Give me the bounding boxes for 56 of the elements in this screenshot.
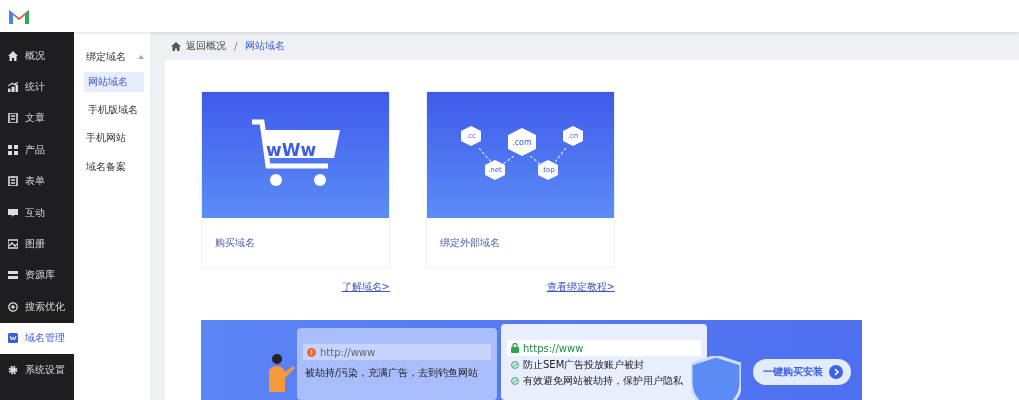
chat-icon [8,207,18,218]
sidebar-item[interactable]: 图册 [0,228,74,260]
sidebar-item[interactable]: 产品 [0,134,74,166]
warning-icon [307,347,316,357]
logo-icon [8,8,30,24]
connector-line [555,148,566,162]
card-title: 购买域名 [214,236,256,250]
sidebar-item[interactable]: 搜索优化 [0,291,74,323]
storage-icon [8,270,18,281]
buy-install-button[interactable]: 一键购买安装 [753,359,851,385]
grid-icon [8,144,18,155]
breadcrumb-current: 网站域名 [245,39,286,53]
url-text: http://www [320,346,376,358]
padlock-icon [511,343,519,353]
www-label: wWw [266,140,317,160]
sidebar-item[interactable]: 概况 [0,40,74,72]
sidebar-item[interactable]: 域名管理 [0,322,74,354]
card-title: 绑定外部域名 [439,236,501,250]
sidebar-item[interactable]: 系统设置 [0,353,74,386]
sidebar-item[interactable]: 互动 [0,196,74,229]
feature-text: 防止SEM广告投放账户被封 [523,358,645,372]
person-drawing [267,352,295,392]
option-card[interactable]: wWw 购买域名 [201,91,390,268]
submenu-header[interactable]: 绑定域名 [86,46,144,68]
image-icon [8,239,18,250]
submenu-item[interactable]: 网站域名 [84,72,144,92]
connector-line [503,156,514,164]
sidebar-item[interactable]: 表单 [0,165,74,197]
check-circle-icon [511,377,519,385]
chart-icon [8,82,18,93]
help-link[interactable]: 了解域名> [341,280,390,294]
form-icon [8,176,18,187]
help-link[interactable]: 查看绑定教程> [546,280,615,294]
connector-line [479,148,491,162]
sidebar-item[interactable]: 文章 [0,102,74,135]
w-square-icon [8,333,18,344]
caret-icon [138,55,144,59]
target-icon [8,301,18,312]
sidebar-item[interactable]: 资源库 [0,259,74,292]
submenu-item[interactable]: 域名备案 [86,157,144,177]
document-icon [8,113,18,124]
home-icon [171,41,181,51]
submenu-item[interactable]: 手机版域名 [84,100,144,120]
warning-text: 被劫持/污染，充满广告，去到钓鱼网站 [304,366,480,380]
sidebar-item[interactable]: 统计 [0,71,74,103]
feature-text: 有效避免网站被劫持，保护用户隐私 [523,374,683,388]
back-link[interactable]: 返回概况 [186,39,226,53]
connector-line [530,156,540,164]
arrow-circle-icon [829,365,843,379]
settings-icon [8,364,18,375]
home-icon [8,50,18,61]
url-text: https://www [523,342,584,354]
check-circle-icon [511,361,519,369]
shield-icon [691,356,741,400]
breadcrumb-separator: / [234,40,238,52]
submenu-item[interactable]: 手机网站 [86,128,144,148]
